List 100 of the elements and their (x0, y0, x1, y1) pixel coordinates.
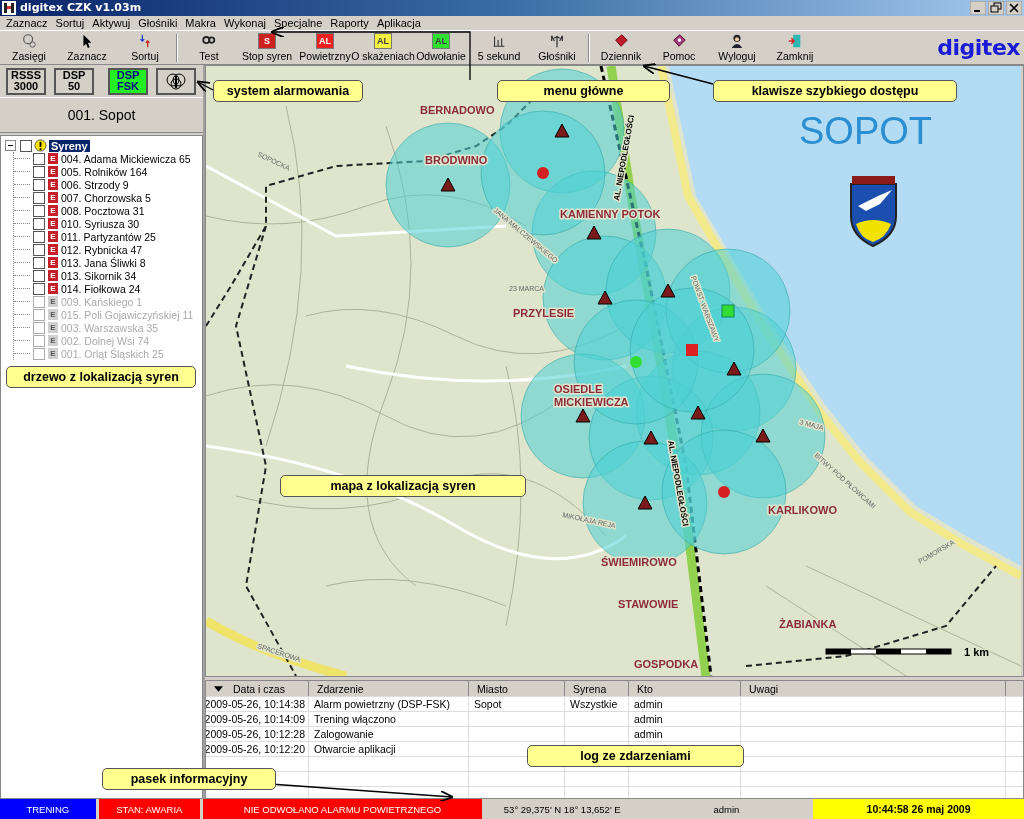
menu-item[interactable]: Wykonaj (219, 16, 270, 29)
siren-badge: E (48, 153, 58, 165)
callout-label: system alarmowania (213, 80, 363, 102)
map-label: 1 km (964, 646, 990, 659)
table-cell: admin (634, 698, 663, 711)
menu-item[interactable]: Makra (181, 16, 220, 29)
siren-badge: E (48, 335, 58, 347)
callout-label: menu główne (497, 80, 670, 102)
tree-item[interactable]: Syreny (49, 139, 90, 152)
tree-item[interactable]: 011. Partyzantów 25 (61, 230, 156, 243)
warning-icon (34, 139, 47, 153)
siren-triangle-icon[interactable] (597, 290, 613, 305)
column-header[interactable]: Uwagi (741, 681, 1006, 697)
toolbar-button[interactable]: Zamknij (766, 31, 824, 64)
toolbar-button[interactable]: S Stop syren (238, 31, 296, 64)
minimize-icon[interactable] (970, 0, 986, 15)
restore-icon[interactable] (988, 0, 1004, 15)
antenna-icon (549, 33, 565, 50)
checkbox[interactable] (33, 295, 45, 308)
checkbox[interactable] (33, 256, 45, 269)
siren-badge: E (48, 283, 58, 295)
mode-button[interactable]: RSSS 3000 (6, 67, 46, 95)
toolbar-button[interactable]: Dziennik (592, 31, 650, 64)
tree-item[interactable]: 014. Fiołkowa 24 (61, 282, 141, 295)
siren-triangle-icon[interactable] (586, 225, 602, 240)
checkbox[interactable] (20, 139, 32, 152)
menu-item[interactable]: Głośniki (134, 16, 182, 29)
column-header[interactable]: Syrena (565, 681, 629, 697)
column-header[interactable]: Zdarzenie (309, 681, 469, 697)
siren-triangle-icon[interactable] (726, 361, 742, 376)
siren-square-icon[interactable] (686, 344, 698, 357)
toolbar-button[interactable]: Zasięgi (0, 31, 58, 64)
checkbox[interactable] (33, 243, 45, 256)
checkbox[interactable] (33, 321, 45, 334)
siren-triangle-icon[interactable] (690, 405, 706, 420)
siren-circle-icon[interactable] (537, 167, 549, 180)
circles-icon (163, 72, 189, 91)
siren-triangle-icon[interactable] (554, 123, 570, 138)
column-header[interactable]: Kto (629, 681, 741, 697)
siren-badge: E (48, 348, 58, 360)
toolbar-button[interactable]: Głośniki (528, 31, 586, 64)
table-cell: Sopot (474, 698, 502, 711)
tree-item[interactable]: 004. Adama Mickiewicza 65 (61, 152, 191, 165)
column-header[interactable]: Miasto (469, 681, 565, 697)
map-label: OSIEDLE (554, 383, 603, 396)
table-cell: Otwarcie aplikacji (314, 743, 396, 756)
siren-triangle-icon[interactable] (575, 408, 591, 423)
toolbar-button[interactable]: Sortuj (116, 31, 174, 64)
menu-item[interactable]: Aktywuj (88, 16, 135, 29)
checkbox[interactable] (33, 191, 45, 204)
collapse-icon[interactable] (5, 140, 16, 152)
siren-triangle-icon[interactable] (440, 177, 456, 192)
toolbar-button[interactable]: Zaznacz (58, 31, 116, 64)
toolbar-button[interactable]: Test (180, 31, 238, 64)
checkbox[interactable] (33, 204, 45, 217)
callout-label: mapa z lokalizacją syren (280, 475, 526, 497)
checkbox[interactable] (33, 230, 45, 243)
siren-triangle-icon[interactable] (755, 428, 771, 443)
tree-item[interactable]: 010. Syriusza 30 (61, 217, 140, 230)
toolbar-button[interactable]: Pomoc (650, 31, 708, 64)
tree-item[interactable]: 006. Strzody 9 (61, 178, 129, 191)
toolbar-button[interactable]: 5 sekund (470, 31, 528, 64)
tree-item[interactable]: 007. Chorzowska 5 (61, 191, 151, 204)
table-cell: Alarm powietrzny (DSP-FSK) (314, 698, 450, 711)
menu-item[interactable]: Aplikacja (372, 16, 425, 29)
close-icon[interactable] (1006, 0, 1022, 15)
tree-item[interactable]: 013. Jana Śliwki 8 (61, 256, 146, 269)
status-field: TRENING (0, 799, 96, 819)
menu-item[interactable]: Zaznacz (2, 16, 52, 29)
tree-item[interactable]: 005. Rolników 164 (61, 165, 148, 178)
map-label: MICKIEWICZA (554, 396, 629, 409)
tree-item[interactable]: 013. Sikornik 34 (61, 269, 137, 282)
tree-item[interactable]: 012. Rybnicka 47 (61, 243, 143, 256)
checkbox[interactable] (33, 165, 45, 178)
siren-triangle-icon[interactable] (660, 283, 676, 298)
siren-triangle-icon[interactable] (637, 495, 653, 510)
mode-button[interactable]: DSP FSK (108, 67, 148, 95)
mode-button[interactable]: DSP 50 (54, 67, 94, 95)
toolbar-button[interactable]: Wyloguj (708, 31, 766, 64)
siren-circle-icon[interactable] (718, 486, 730, 499)
map-label: STAWOWIE (618, 598, 679, 611)
checkbox[interactable] (33, 334, 45, 347)
menu-item[interactable]: Raporty (326, 16, 373, 29)
checkbox[interactable] (33, 347, 45, 360)
user-icon (729, 33, 745, 50)
siren-badge: E (48, 296, 58, 308)
checkbox[interactable] (33, 308, 45, 321)
callout-label: log ze zdarzeniami (527, 745, 744, 767)
checkbox[interactable] (33, 217, 45, 230)
menu-item[interactable]: Specjalne (270, 16, 327, 29)
checkbox[interactable] (33, 282, 45, 295)
menu-item[interactable]: Sortuj (51, 16, 89, 29)
checkbox[interactable] (33, 269, 45, 282)
siren-triangle-icon[interactable] (643, 430, 659, 445)
mode-button[interactable] (156, 67, 196, 95)
checkbox[interactable] (33, 178, 45, 191)
column-header[interactable]: Data i czas (206, 681, 309, 697)
tree-item[interactable]: 008. Pocztowa 31 (61, 204, 145, 217)
checkbox[interactable] (33, 152, 45, 165)
sort-arrows-icon (137, 33, 153, 50)
